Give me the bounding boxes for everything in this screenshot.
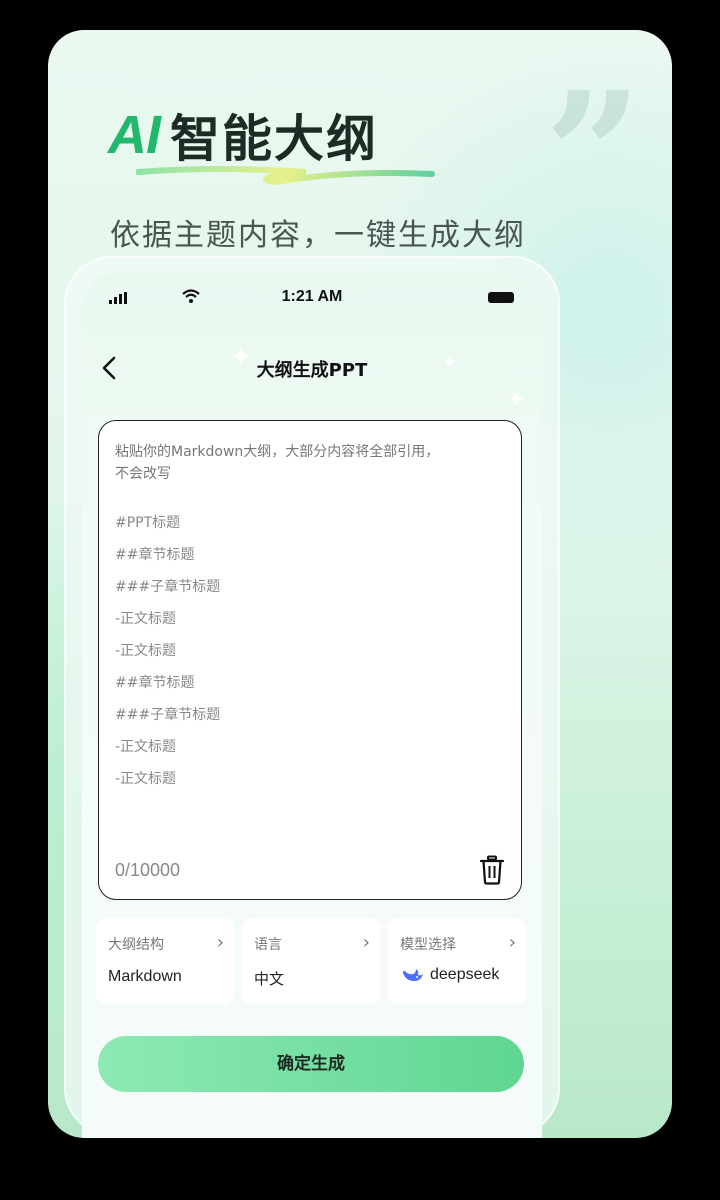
editor-placeholder: 粘贴你的Markdown大纲，大部分内容将全部引用， 不会改写 — [115, 441, 495, 485]
outline-line: ##章节标题 — [115, 547, 195, 563]
page-title: 大纲生成PPT — [256, 360, 368, 381]
options-row: 大纲结构 › Markdown 语言 › 中文 模型选择 › deepseek — [96, 918, 530, 1004]
chevron-right-icon: › — [508, 932, 516, 953]
status-time: 1:21 AM — [281, 288, 343, 305]
headline-title: 智能大纲 — [170, 110, 378, 168]
option-label: 模型选择 — [400, 937, 456, 953]
option-label: 大纲结构 — [108, 937, 164, 953]
outline-line: -正文标题 — [115, 771, 177, 787]
deepseek-value: deepseek — [402, 966, 499, 984]
outline-line: -正文标题 — [115, 643, 177, 659]
chevron-right-icon: › — [362, 932, 370, 953]
trash-icon[interactable] — [479, 855, 505, 885]
chevron-right-icon: › — [216, 932, 224, 953]
option-model[interactable]: 模型选择 › deepseek — [388, 918, 526, 1004]
status-bar: 1:21 AM — [82, 286, 542, 310]
option-outline-structure[interactable]: 大纲结构 › Markdown — [96, 918, 234, 1004]
sparkle-decoration: ✦ — [507, 388, 526, 413]
option-value: Markdown — [108, 968, 182, 985]
outline-line: ###子章节标题 — [115, 579, 221, 595]
phone-screen: 1:21 AM ✦ ✦ ✦ 大纲生成PPT 粘贴你的Markdown大纲，大部分… — [82, 272, 542, 1138]
placeholder-line: 不会改写 — [115, 466, 171, 482]
headline: AI 智能大纲 — [108, 100, 378, 170]
outline-line: ##章节标题 — [115, 675, 195, 691]
outline-line: ###子章节标题 — [115, 707, 221, 723]
option-value: 中文 — [254, 970, 285, 988]
option-value: deepseek — [430, 966, 500, 983]
quote-mark-icon: ” — [544, 55, 642, 255]
confirm-generate-button[interactable]: 确定生成 — [98, 1036, 524, 1092]
outline-line: -正文标题 — [115, 739, 177, 755]
outline-editor[interactable]: 粘贴你的Markdown大纲，大部分内容将全部引用， 不会改写 #PPT标题 #… — [98, 420, 522, 900]
option-language[interactable]: 语言 › 中文 — [242, 918, 380, 1004]
outline-example: #PPT标题 ##章节标题 ###子章节标题 -正文标题 -正文标题 ##章节标… — [115, 507, 220, 795]
headline-ai: AI — [108, 105, 161, 165]
char-counter: 0/10000 — [115, 860, 181, 880]
nav-bar: 大纲生成PPT — [82, 350, 542, 386]
outline-line: -正文标题 — [115, 611, 177, 627]
battery-icon — [488, 292, 514, 303]
outline-line: #PPT标题 — [115, 515, 181, 531]
deepseek-whale-icon — [403, 969, 423, 981]
placeholder-line: 粘贴你的Markdown大纲，大部分内容将全部引用， — [115, 444, 440, 460]
option-label: 语言 — [254, 937, 282, 953]
promo-subtitle: 依据主题内容，一键生成大纲 — [110, 218, 526, 253]
headline-underline-swoosh — [136, 166, 435, 186]
